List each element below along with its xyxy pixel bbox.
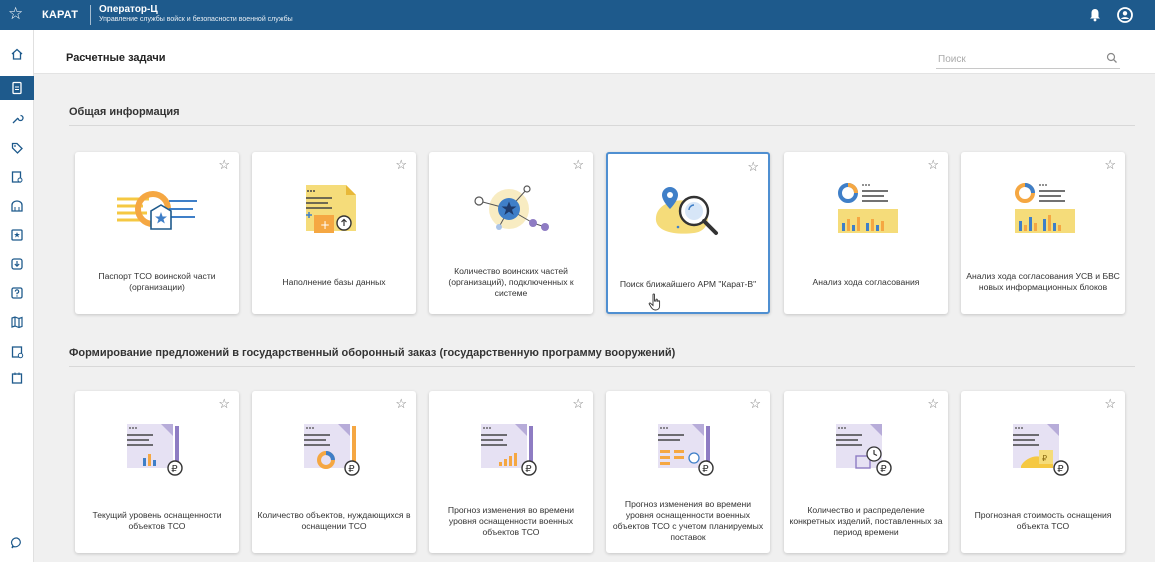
svg-text:₽: ₽ [525,464,532,475]
network-icon [429,170,589,248]
favorites-star-icon[interactable]: ☆ [8,5,23,23]
download-icon[interactable] [0,252,34,276]
card-forecast-with-deliveries[interactable]: ☆ ₽ Прогноз изменения во времени уровня … [606,391,770,553]
section-divider [69,125,1135,126]
forecast-delivery-icon: ₽ [606,409,766,487]
card-approval-analysis[interactable]: ☆ Анализ хода согласования [784,152,948,314]
search-placeholder: Поиск [938,54,966,65]
svg-text:₽: ₽ [1057,464,1064,475]
clipboard-user-icon[interactable] [0,165,34,189]
map-icon[interactable] [0,310,34,334]
card-equipment-forecast[interactable]: ☆ ₽ Прогноз изменения во времени уровня … [429,391,593,553]
app-logo[interactable]: КАРАТ [42,9,78,21]
card-approval-analysis-blocks[interactable]: ☆ Анализ хода согласования УСВ и БВС нов… [961,152,1125,314]
divider [90,5,91,25]
card-label: Анализ хода согласования [812,276,920,287]
forecast-icon: ₽ [429,409,589,487]
location-search-icon [608,172,768,250]
checklist-icon[interactable] [0,340,34,364]
document-icon[interactable] [0,76,34,100]
museum-icon[interactable] [0,194,34,218]
card-tso-passport[interactable]: ☆ Паспорт ТСО воинской части (организаци… [75,152,239,314]
card-label: Прогноз изменения во времени уровня осна… [447,504,575,537]
cost-icon: ₽ ₽ [961,409,1121,487]
card-label: Прогноз изменения во времени уровня осна… [612,499,764,542]
svg-text:₽: ₽ [348,464,355,475]
card-nearest-arm-search[interactable]: ☆ Поиск ближайшего АРМ "Карат-В" [606,152,770,314]
search-input[interactable]: Поиск [936,51,1120,69]
analysis-chart-icon [961,170,1121,248]
section-divider [69,366,1135,367]
user-account-icon[interactable] [1117,7,1133,28]
section-title-defense-order: Формирование предложений в государственн… [69,347,676,359]
svg-text:₽: ₽ [171,464,178,475]
app-title: Оператор-Ц [99,4,158,15]
wrench-icon[interactable] [0,107,34,131]
card-units-count[interactable]: ☆ Количество воинских частей (организаци… [429,152,593,314]
question-icon[interactable] [0,281,34,305]
objects-need-icon: ₽ [252,409,412,487]
calendar-icon[interactable] [0,366,34,390]
sidebar [0,30,34,562]
svg-text:₽: ₽ [880,464,887,475]
card-label: Количество воинских частей (организаций)… [448,265,574,298]
distribution-icon: ₽ [784,409,944,487]
card-label: Наполнение базы данных [282,276,386,287]
shield-star-icon[interactable] [0,223,34,247]
card-label: Текущий уровень оснащенности объектов ТС… [92,510,222,531]
card-label: Количество и распределение конкретных из… [789,504,943,537]
top-bar: ☆ КАРАТ Оператор-Ц Управление службы вой… [0,0,1155,30]
section-title-general: Общая информация [69,106,180,118]
svg-text:+: + [320,218,330,232]
card-products-distribution[interactable]: ☆ ₽ Количество и распределение конкретны… [784,391,948,553]
card-current-equipment-level[interactable]: ☆ ₽ Текущий уровень оснащенности объекто… [75,391,239,553]
card-objects-needing-equipment[interactable]: ☆ ₽ Количество объектов, нуждающихся в о… [252,391,416,553]
equipment-level-icon: ₽ [75,409,235,487]
search-icon[interactable] [1106,52,1118,67]
analysis-chart-icon [784,170,944,248]
page-title: Расчетные задачи [66,52,166,64]
database-fill-icon: + [252,170,412,248]
page-header: Расчетные задачи Поиск [34,30,1155,74]
tag-icon[interactable] [0,136,34,160]
card-forecast-cost[interactable]: ☆ ₽ ₽ Прогнозная стоимость оснащения объ… [961,391,1125,553]
card-label: Количество объектов, нуждающихся в оснащ… [257,510,411,531]
svg-text:₽: ₽ [1042,454,1047,463]
card-label: Прогнозная стоимость оснащения объекта Т… [974,510,1112,531]
card-label: Поиск ближайшего АРМ "Карат-В" [619,278,757,289]
svg-text:₽: ₽ [702,464,709,475]
home-icon[interactable] [0,42,34,66]
card-database-fill[interactable]: ☆ + Наполнение базы данных [252,152,416,314]
chat-icon[interactable] [0,531,34,555]
card-label: Анализ хода согласования УСВ и БВС новых… [966,271,1120,292]
hand-cursor-icon [648,293,662,316]
card-label: Паспорт ТСО воинской части (организации) [98,271,216,292]
passport-icon [75,170,235,248]
app-subtitle: Управление службы войск и безопасности в… [99,16,293,23]
bell-icon[interactable] [1089,8,1101,27]
